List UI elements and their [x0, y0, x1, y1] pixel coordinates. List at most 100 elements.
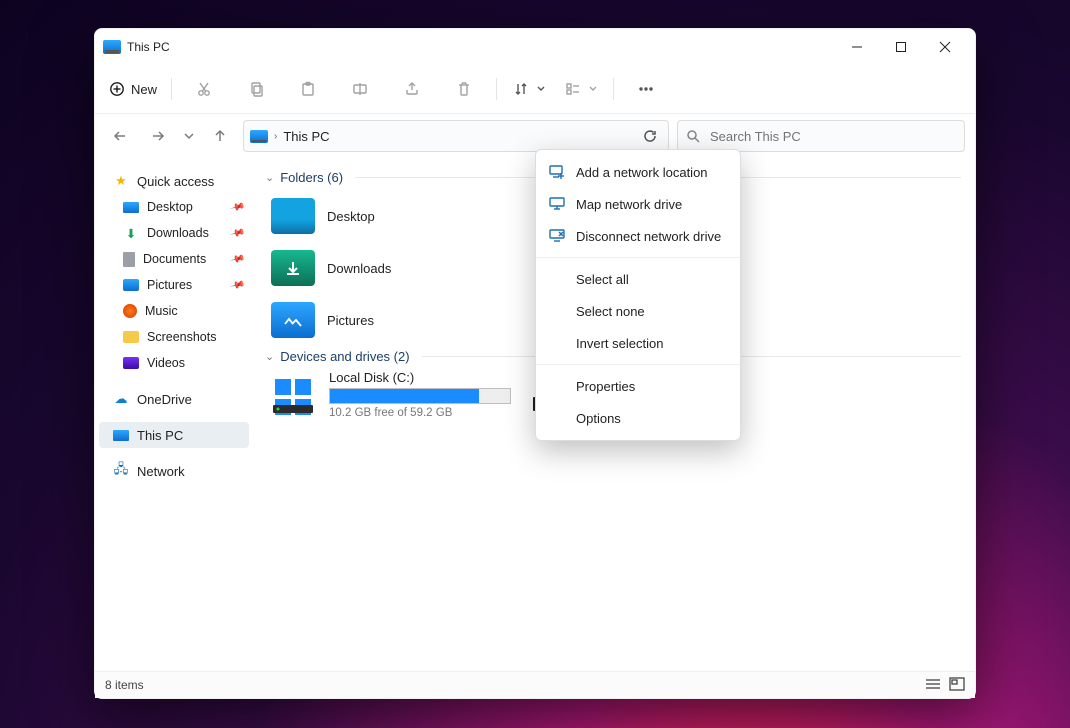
- sidebar-item-documents[interactable]: Documents 📌: [99, 246, 249, 272]
- section-title: Folders (6): [280, 170, 343, 185]
- new-button[interactable]: New: [103, 73, 163, 105]
- chevron-down-icon: ⌄: [265, 350, 274, 363]
- sidebar-item-screenshots[interactable]: Screenshots: [99, 324, 249, 350]
- cut-button[interactable]: [180, 73, 228, 105]
- document-icon: [123, 252, 135, 267]
- folder-icon: [123, 331, 139, 343]
- sidebar-item-label: Downloads: [147, 226, 209, 240]
- menu-options[interactable]: Options: [536, 402, 740, 434]
- rename-button[interactable]: [336, 73, 384, 105]
- pin-icon: 📌: [229, 225, 245, 241]
- sidebar-item-label: Videos: [147, 356, 185, 370]
- pictures-folder-icon: [271, 302, 315, 338]
- sidebar-label: This PC: [137, 428, 183, 443]
- share-button[interactable]: [388, 73, 436, 105]
- sidebar-item-desktop[interactable]: Desktop 📌: [99, 194, 249, 220]
- sidebar-this-pc[interactable]: This PC: [99, 422, 249, 448]
- network-icon: 🖧: [113, 463, 129, 479]
- menu-item-label: Add a network location: [576, 165, 708, 180]
- desktop-folder-icon: [271, 198, 315, 234]
- sidebar-item-videos[interactable]: Videos: [99, 350, 249, 376]
- menu-item-label: Options: [576, 411, 621, 426]
- menu-map-network-drive[interactable]: Map network drive: [536, 188, 740, 220]
- menu-properties[interactable]: Properties: [536, 370, 740, 402]
- this-pc-icon: [103, 40, 121, 54]
- back-button[interactable]: [105, 121, 135, 151]
- menu-item-label: Invert selection: [576, 336, 663, 351]
- sidebar-quick-access[interactable]: ★ Quick access: [99, 168, 249, 194]
- drive-local-c[interactable]: Local Disk (C:) 10.2 GB free of 59.2 GB: [271, 370, 511, 419]
- sidebar-item-label: Music: [145, 304, 178, 318]
- menu-item-label: Map network drive: [576, 197, 682, 212]
- minimize-button[interactable]: [835, 33, 879, 61]
- folder-label: Pictures: [327, 313, 374, 328]
- chevron-down-icon: ⌄: [265, 171, 274, 184]
- titlebar: This PC: [95, 29, 975, 65]
- sidebar-onedrive[interactable]: ☁ OneDrive: [99, 386, 249, 412]
- sidebar-item-label: Pictures: [147, 278, 192, 292]
- view-button[interactable]: [557, 73, 605, 105]
- forward-button[interactable]: [143, 121, 173, 151]
- maximize-button[interactable]: [879, 33, 923, 61]
- sidebar-item-label: Desktop: [147, 200, 193, 214]
- sidebar-item-music[interactable]: Music: [99, 298, 249, 324]
- downloads-folder-icon: [271, 250, 315, 286]
- copy-button[interactable]: [232, 73, 280, 105]
- menu-add-network-location[interactable]: Add a network location: [536, 156, 740, 188]
- drive-free-text: 10.2 GB free of 59.2 GB: [329, 407, 511, 419]
- folder-label: Downloads: [327, 261, 391, 276]
- sidebar-label: OneDrive: [137, 392, 192, 407]
- this-pc-icon: [113, 430, 129, 441]
- address-location: This PC: [283, 129, 329, 144]
- menu-select-none[interactable]: Select none: [536, 295, 740, 327]
- address-bar[interactable]: › This PC: [243, 120, 669, 152]
- disk-icon: [271, 375, 315, 415]
- sidebar-label: Quick access: [137, 174, 214, 189]
- close-button[interactable]: [923, 33, 967, 61]
- desktop-icon: [123, 202, 139, 213]
- pin-icon: 📌: [229, 277, 245, 293]
- sidebar: ★ Quick access Desktop 📌 ⬇ Downloads 📌 D…: [95, 158, 253, 698]
- new-button-label: New: [131, 82, 157, 97]
- sort-button[interactable]: [505, 73, 553, 105]
- thumbnails-view-button[interactable]: [949, 677, 965, 694]
- video-icon: [123, 357, 139, 369]
- overflow-menu: Add a network location Map network drive…: [535, 149, 741, 441]
- chevron-down-icon: [537, 85, 545, 93]
- menu-item-label: Properties: [576, 379, 635, 394]
- recent-locations-button[interactable]: [181, 121, 197, 151]
- drive-label: Local Disk (C:): [329, 370, 511, 385]
- search-box[interactable]: [677, 120, 965, 152]
- pictures-icon: [123, 279, 139, 291]
- sidebar-item-label: Screenshots: [147, 330, 216, 344]
- monitor-x-icon: [548, 229, 566, 243]
- delete-button[interactable]: [440, 73, 488, 105]
- sidebar-item-label: Documents: [143, 252, 206, 266]
- more-button[interactable]: [622, 73, 670, 105]
- menu-item-label: Select none: [576, 304, 645, 319]
- sidebar-label: Network: [137, 464, 185, 479]
- status-bar: 8 items: [95, 671, 975, 698]
- menu-invert-selection[interactable]: Invert selection: [536, 327, 740, 359]
- toolbar: New: [95, 65, 975, 114]
- pin-icon: 📌: [229, 199, 245, 215]
- up-button[interactable]: [205, 121, 235, 151]
- section-title: Devices and drives (2): [280, 349, 409, 364]
- refresh-button[interactable]: [638, 124, 662, 148]
- search-input[interactable]: [708, 128, 956, 145]
- menu-disconnect-network-drive[interactable]: Disconnect network drive: [536, 220, 740, 252]
- menu-select-all[interactable]: Select all: [536, 263, 740, 295]
- details-view-button[interactable]: [925, 677, 941, 694]
- sidebar-item-pictures[interactable]: Pictures 📌: [99, 272, 249, 298]
- search-icon: [686, 129, 700, 143]
- window-title: This PC: [127, 40, 170, 54]
- this-pc-icon: [250, 130, 268, 143]
- pin-icon: 📌: [229, 251, 245, 267]
- menu-item-label: Select all: [576, 272, 629, 287]
- chevron-right-icon: ›: [274, 131, 277, 142]
- monitor-network-icon: [548, 197, 566, 211]
- music-icon: [123, 304, 137, 318]
- paste-button[interactable]: [284, 73, 332, 105]
- sidebar-item-downloads[interactable]: ⬇ Downloads 📌: [99, 220, 249, 246]
- sidebar-network[interactable]: 🖧 Network: [99, 458, 249, 484]
